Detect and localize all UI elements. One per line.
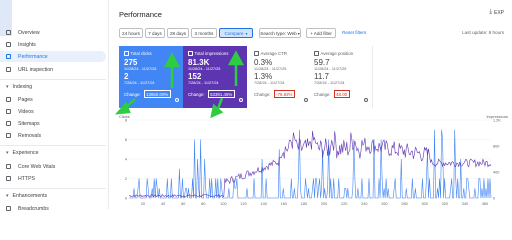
- arrow-head: [163, 52, 181, 68]
- arrow-head: [227, 50, 245, 66]
- annotation-arrows: [114, 50, 245, 119]
- arrow-head: [114, 101, 131, 115]
